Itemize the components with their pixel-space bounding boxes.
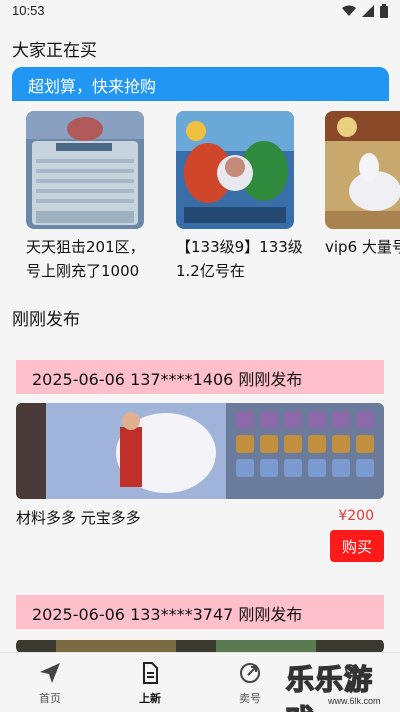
- buy-button[interactable]: 购买: [330, 530, 384, 562]
- listing-image[interactable]: [16, 403, 384, 499]
- signal-icon: [362, 5, 374, 17]
- watermark-logo: 乐乐游戏 www.6lk.com: [285, 658, 398, 712]
- listing-date-banner: 2025-06-06 137****1406 刚刚发布: [16, 360, 384, 394]
- promo-card-title[interactable]: vip6 大量号便宜售: [325, 235, 400, 283]
- status-icons: [342, 4, 388, 18]
- nav-item-new[interactable]: 上新: [100, 653, 200, 712]
- popular-section-title: 大家正在买: [12, 41, 97, 61]
- share-icon: [240, 663, 260, 683]
- promo-card-thumbnail[interactable]: [26, 111, 144, 229]
- listing-date-text: 2025-06-06 133****3747 刚刚发布: [32, 605, 303, 624]
- promo-banner: 超划算，快来抢购: [12, 67, 389, 101]
- promo-card-thumbnail[interactable]: [176, 111, 294, 229]
- listing-price: ¥200: [338, 508, 374, 524]
- promo-card-thumbnail[interactable]: [325, 111, 400, 229]
- recent-section-title: 刚刚发布: [12, 310, 80, 330]
- nav-label: 上新: [139, 692, 161, 705]
- document-icon: [143, 662, 158, 684]
- status-bar: 10:53: [0, 0, 400, 24]
- promo-card[interactable]: 天天狙击201区，号上刚充了1000: [26, 111, 158, 283]
- nav-item-sell[interactable]: 卖号: [200, 653, 300, 712]
- promo-card-title[interactable]: 天天狙击201区，号上刚充了1000: [26, 235, 154, 283]
- watermark-url: www.6lk.com: [328, 696, 381, 706]
- promo-card-title[interactable]: 【133级9】133级1.2亿号在: [176, 235, 304, 283]
- wifi-icon: [342, 5, 356, 16]
- listing-description: 材料多多 元宝多多: [16, 509, 141, 527]
- nav-label: 卖号: [239, 692, 261, 705]
- battery-icon: [380, 4, 388, 18]
- nav-item-home[interactable]: 首页: [0, 653, 100, 712]
- status-time: 10:53: [12, 3, 45, 18]
- listing-date-banner: 2025-06-06 133****3747 刚刚发布: [16, 595, 384, 629]
- listing-image[interactable]: [16, 639, 384, 653]
- promo-card[interactable]: vip6 大量号便宜售: [325, 111, 400, 283]
- send-icon: [40, 663, 60, 683]
- nav-label: 首页: [39, 692, 61, 705]
- promo-banner-text: 超划算，快来抢购: [28, 77, 157, 96]
- listing-date-text: 2025-06-06 137****1406 刚刚发布: [32, 370, 303, 389]
- promo-card[interactable]: 【133级9】133级1.2亿号在: [176, 111, 308, 283]
- promo-cards-row[interactable]: 天天狙击201区，号上刚充了1000 【133级9】133级1.2亿号在 vip…: [0, 101, 400, 291]
